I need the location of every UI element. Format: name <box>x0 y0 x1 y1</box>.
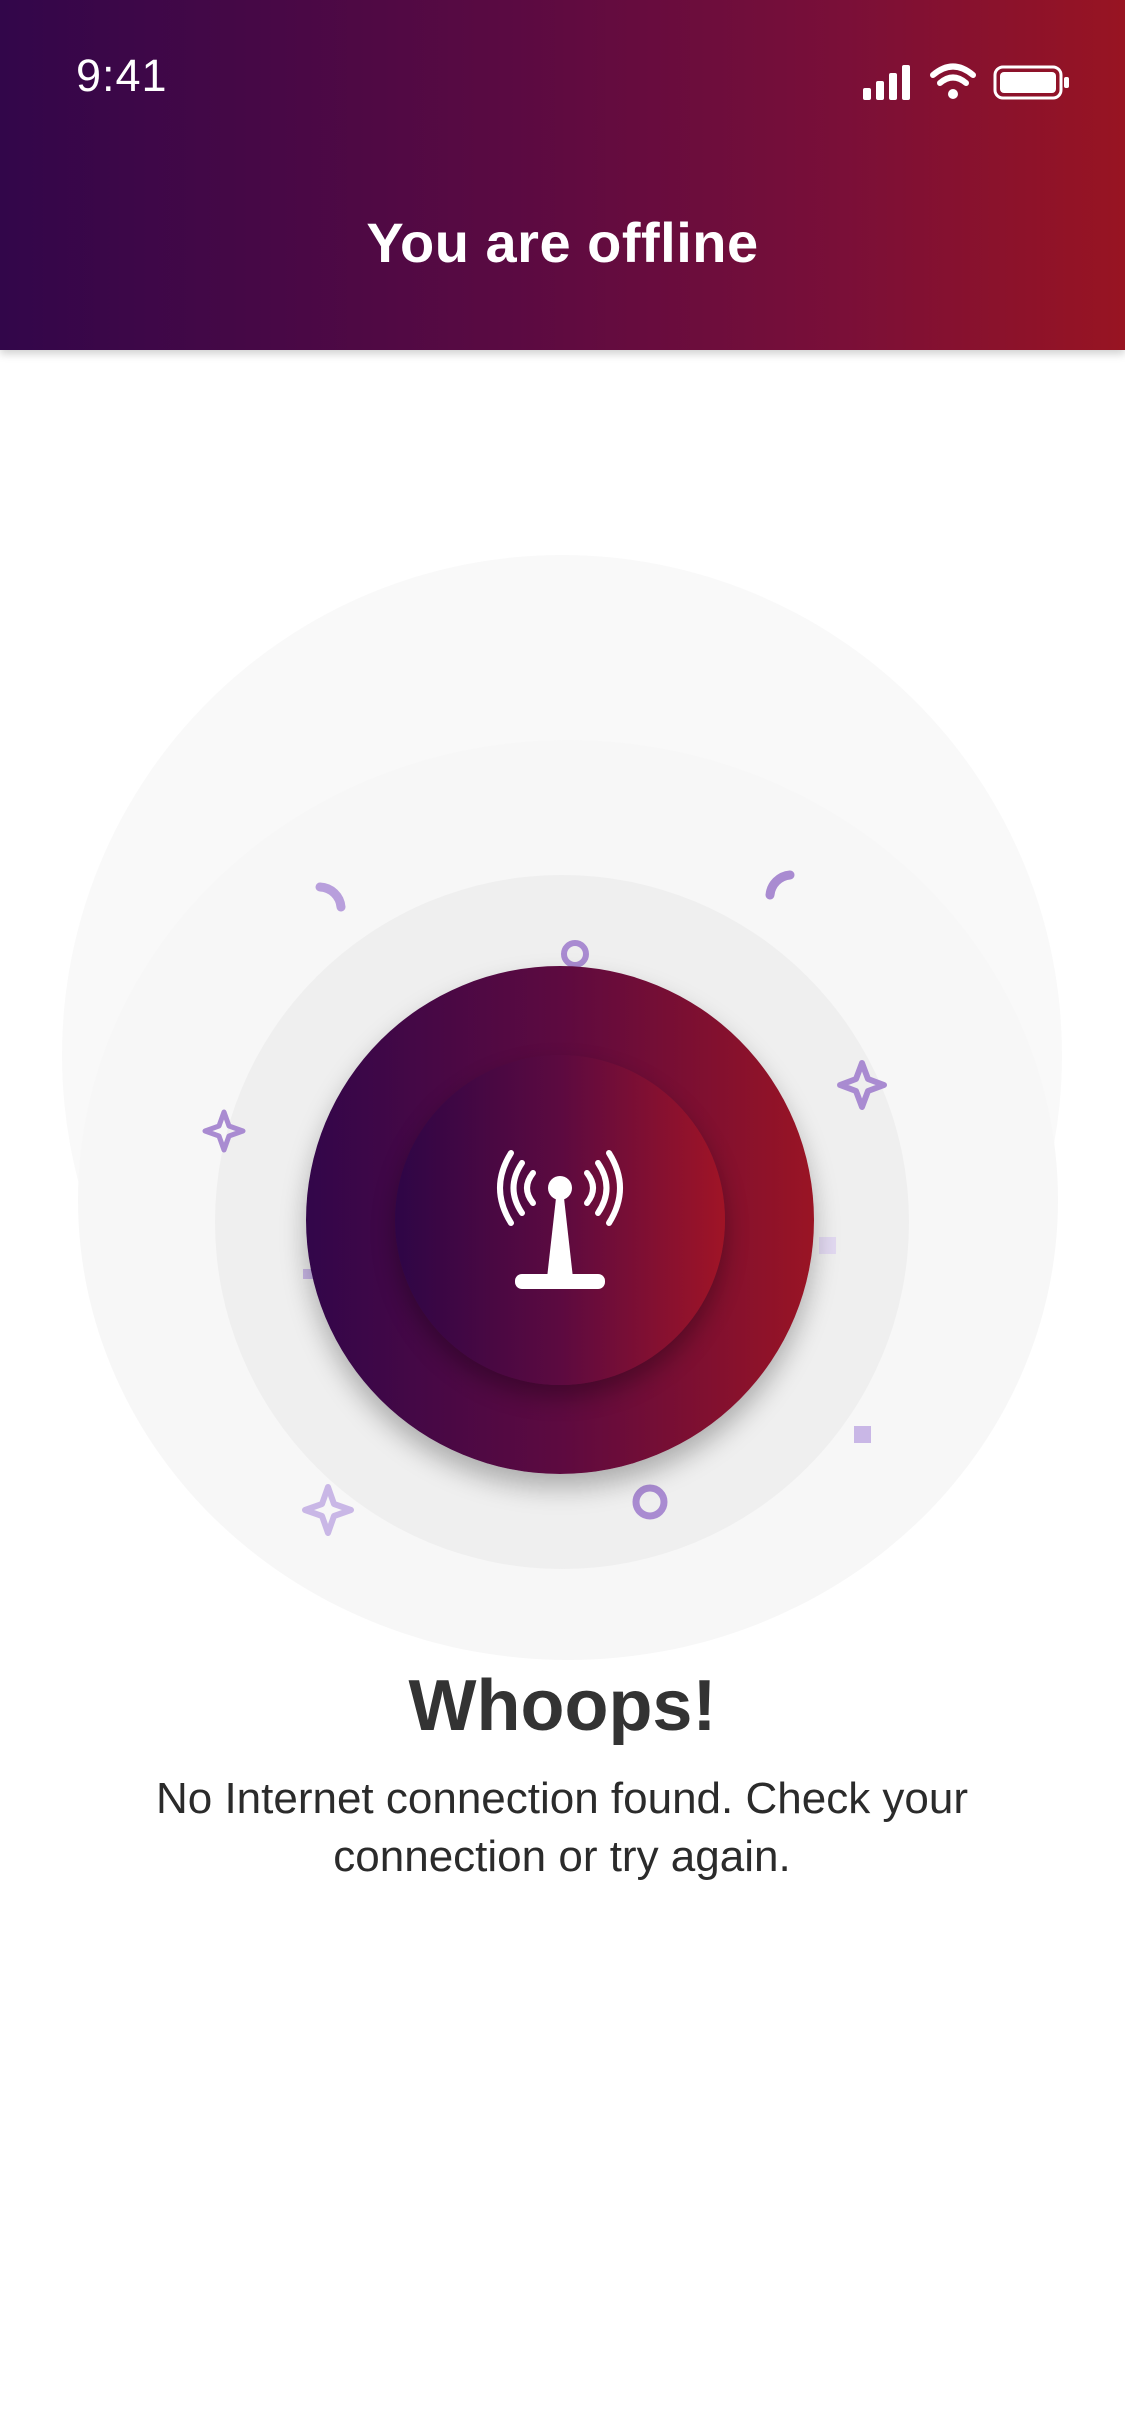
arc-decoration <box>765 870 795 900</box>
page-title: You are offline <box>366 211 759 274</box>
wifi-icon <box>930 63 976 99</box>
ring-decoration <box>632 1484 668 1520</box>
offline-badge <box>306 966 814 1474</box>
error-heading: Whoops! <box>408 1666 717 1746</box>
sparkle-decoration <box>202 1109 246 1153</box>
error-message: No Internet connection found. Check your… <box>155 1774 969 1881</box>
antenna-broadcast-icon <box>497 1150 623 1289</box>
battery-icon <box>993 65 1069 100</box>
sparkle-decoration <box>837 1060 887 1110</box>
signal-icon <box>863 65 910 100</box>
status-time: 9:41 <box>76 50 168 101</box>
status-icons <box>863 63 1069 100</box>
offline-badge-core <box>395 1055 725 1385</box>
offline-illustration <box>0 350 1125 1820</box>
ring-decoration <box>561 940 589 968</box>
square-decoration <box>819 1237 836 1254</box>
square-decoration <box>854 1426 871 1443</box>
sparkle-decoration <box>302 1484 354 1536</box>
arc-decoration <box>315 882 346 912</box>
header-bar: 9:41 You are offline <box>0 0 1125 350</box>
offline-screen: 9:41 You are offline Whoops! No Internet… <box>0 0 1125 2436</box>
